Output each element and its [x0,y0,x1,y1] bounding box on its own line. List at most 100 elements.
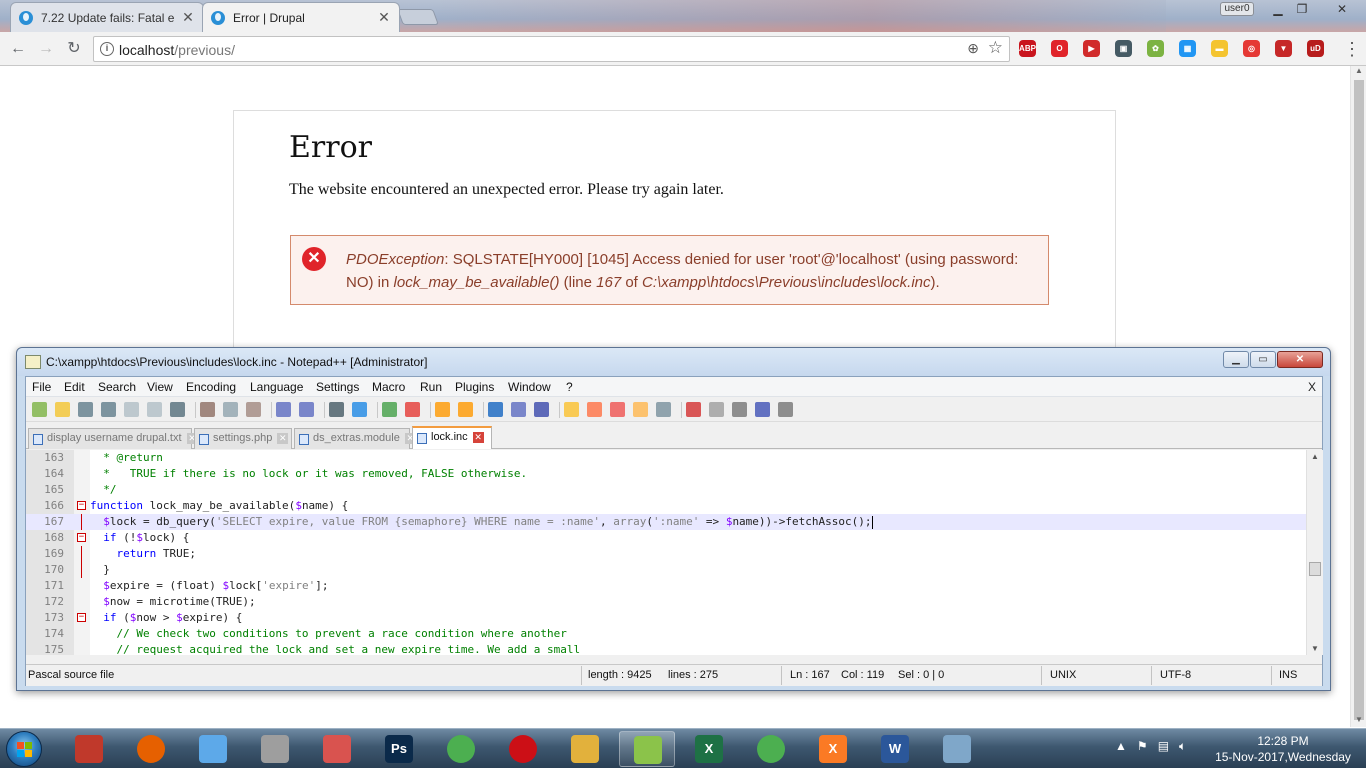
opera-app[interactable] [495,731,551,767]
bookmark-star-icon[interactable]: ☆ [988,38,1003,58]
address-url[interactable]: localhost/previous/ [119,42,235,58]
udl-icon[interactable] [564,402,579,417]
code-line[interactable]: 166 − function lock_may_be_available($name… [26,498,1306,514]
basket-icon[interactable]: ✿ [1147,40,1164,57]
scroll-thumb[interactable] [1309,562,1321,576]
explorer-app[interactable] [557,731,613,767]
print-icon[interactable] [170,402,185,417]
zoom-icon[interactable]: ⊕ [967,40,979,57]
close-document-icon[interactable]: X [1308,380,1316,394]
firefox-app[interactable] [123,731,179,767]
menu-plugins[interactable]: Plugins [455,380,494,394]
code-line[interactable]: 167 $lock = db_query('SELECT expire, val… [26,514,1306,530]
code-line[interactable]: 168 − if (!$lock) { [26,530,1306,546]
code-line[interactable]: 169 return TRUE; [26,546,1306,562]
menu-settings[interactable]: Settings [316,380,359,394]
menu-edit[interactable]: Edit [64,380,85,394]
undo-icon[interactable] [276,402,291,417]
npp-maximize-icon[interactable]: ▭ [1250,351,1276,368]
sync-v-icon[interactable] [435,402,450,417]
close-icon[interactable] [124,402,139,417]
npp-tab-display-username[interactable]: display username drupal.txt ✕ [28,428,198,449]
start-button[interactable] [6,731,42,767]
play-macro-icon[interactable] [732,402,747,417]
menu-run[interactable]: Run [420,380,442,394]
paint-app[interactable] [185,731,241,767]
npp-minimize-icon[interactable]: ▁ [1223,351,1249,368]
excel-app[interactable]: X [681,731,737,767]
indent-guide-icon[interactable] [534,402,549,417]
tab-close-icon[interactable]: ✕ [377,9,391,26]
media-icon[interactable]: ▶ [1083,40,1100,57]
browser-tab-1[interactable]: 7.22 Update fails: Fatal e ✕ [10,2,204,32]
info-icon[interactable]: i [100,42,114,56]
profile-badge[interactable]: user0 [1220,2,1254,16]
npp-close-icon[interactable]: ✕ [1277,351,1323,368]
forward-arrow-icon[interactable]: → [34,37,58,61]
snipping-app[interactable] [309,731,365,767]
photoshop-app[interactable]: Ps [371,731,427,767]
chrome-app-2[interactable] [743,731,799,767]
tab-close-icon[interactable]: ✕ [472,431,484,443]
target-icon[interactable]: ◎ [1243,40,1260,57]
notepadpp-app[interactable] [619,731,675,767]
scroll-up-icon[interactable]: ▲ [1351,66,1366,78]
ublock-icon[interactable]: uD [1307,40,1324,57]
wrap-icon[interactable] [488,402,503,417]
address-bar[interactable]: i localhost/previous/ ⊕ ☆ [93,36,1010,62]
scroll-down-icon[interactable]: ▼ [1307,644,1323,653]
menu-view[interactable]: View [147,380,173,394]
scroll-thumb[interactable] [1354,80,1364,720]
back-arrow-icon[interactable]: ← [6,37,30,61]
system-clock[interactable]: 12:28 PM 15-Nov-2017,Wednesday [1210,733,1356,765]
npp-titlebar[interactable]: C:\xampp\htdocs\Previous\includes\lock.i… [17,348,1330,376]
new-file-icon[interactable] [32,402,47,417]
scroll-up-icon[interactable]: ▲ [1307,452,1323,461]
chrome-menu-icon[interactable]: ⋮ [1343,39,1361,60]
code-line[interactable]: 172 $now = microtime(TRUE); [26,594,1306,610]
func-list-icon[interactable] [610,402,625,417]
code-line[interactable]: 164 * TRUE if there is no lock or it was… [26,466,1306,482]
doc-map-icon[interactable] [587,402,602,417]
code-line[interactable]: 165 */ [26,482,1306,498]
npp-tab-ds-extras[interactable]: ds_extras.module ✕ [294,428,416,449]
scroll-down-icon[interactable]: ▼ [1351,715,1366,727]
code-line[interactable]: 174 // We check two conditions to preven… [26,626,1306,642]
menu-file[interactable]: File [32,380,51,394]
new-tab-button[interactable] [397,9,439,25]
menu-help[interactable]: ? [566,380,573,394]
menu-encoding[interactable]: Encoding [186,380,236,394]
fold-toggle-icon[interactable]: − [77,613,86,622]
menu-macro[interactable]: Macro [372,380,405,394]
code-line[interactable]: 171 $expire = (float) $lock['expire']; [26,578,1306,594]
shield-icon[interactable]: ▼ [1275,40,1292,57]
npp-tab-settings[interactable]: settings.php ✕ [194,428,292,449]
filezilla-app[interactable] [61,731,117,767]
save-macro-icon[interactable] [778,402,793,417]
open-file-icon[interactable] [55,402,70,417]
folder-icon[interactable]: ▬ [1211,40,1228,57]
volume-icon[interactable]: 🔈︎ [1179,739,1186,753]
replace-icon[interactable] [352,402,367,417]
restore-icon[interactable]: ❐ [1288,0,1316,18]
fold-toggle-icon[interactable]: − [77,501,86,510]
utility-app[interactable] [247,731,303,767]
menu-window[interactable]: Window [508,380,551,394]
npp-tab-lock-inc[interactable]: lock.inc ✕ [412,426,492,449]
tray-arrow-icon[interactable]: ▲ [1115,739,1127,753]
tab-close-icon[interactable]: ✕ [277,432,289,444]
cut-icon[interactable] [200,402,215,417]
adblock-plus-icon[interactable]: ABP [1019,40,1036,57]
menu-search[interactable]: Search [98,380,136,394]
save-all-icon[interactable] [101,402,116,417]
code-line[interactable]: 163 * @return [26,450,1306,466]
code-line[interactable]: 173 − if ($now > $expire) { [26,610,1306,626]
bus-icon[interactable]: ▣ [1115,40,1132,57]
code-line[interactable]: 170 } [26,562,1306,578]
record-macro-icon[interactable] [686,402,701,417]
page-scrollbar[interactable]: ▲ ▼ [1350,66,1366,727]
opera-icon[interactable]: O [1051,40,1068,57]
tab-close-icon[interactable]: ✕ [181,9,195,26]
all-chars-icon[interactable] [511,402,526,417]
menu-language[interactable]: Language [250,380,303,394]
